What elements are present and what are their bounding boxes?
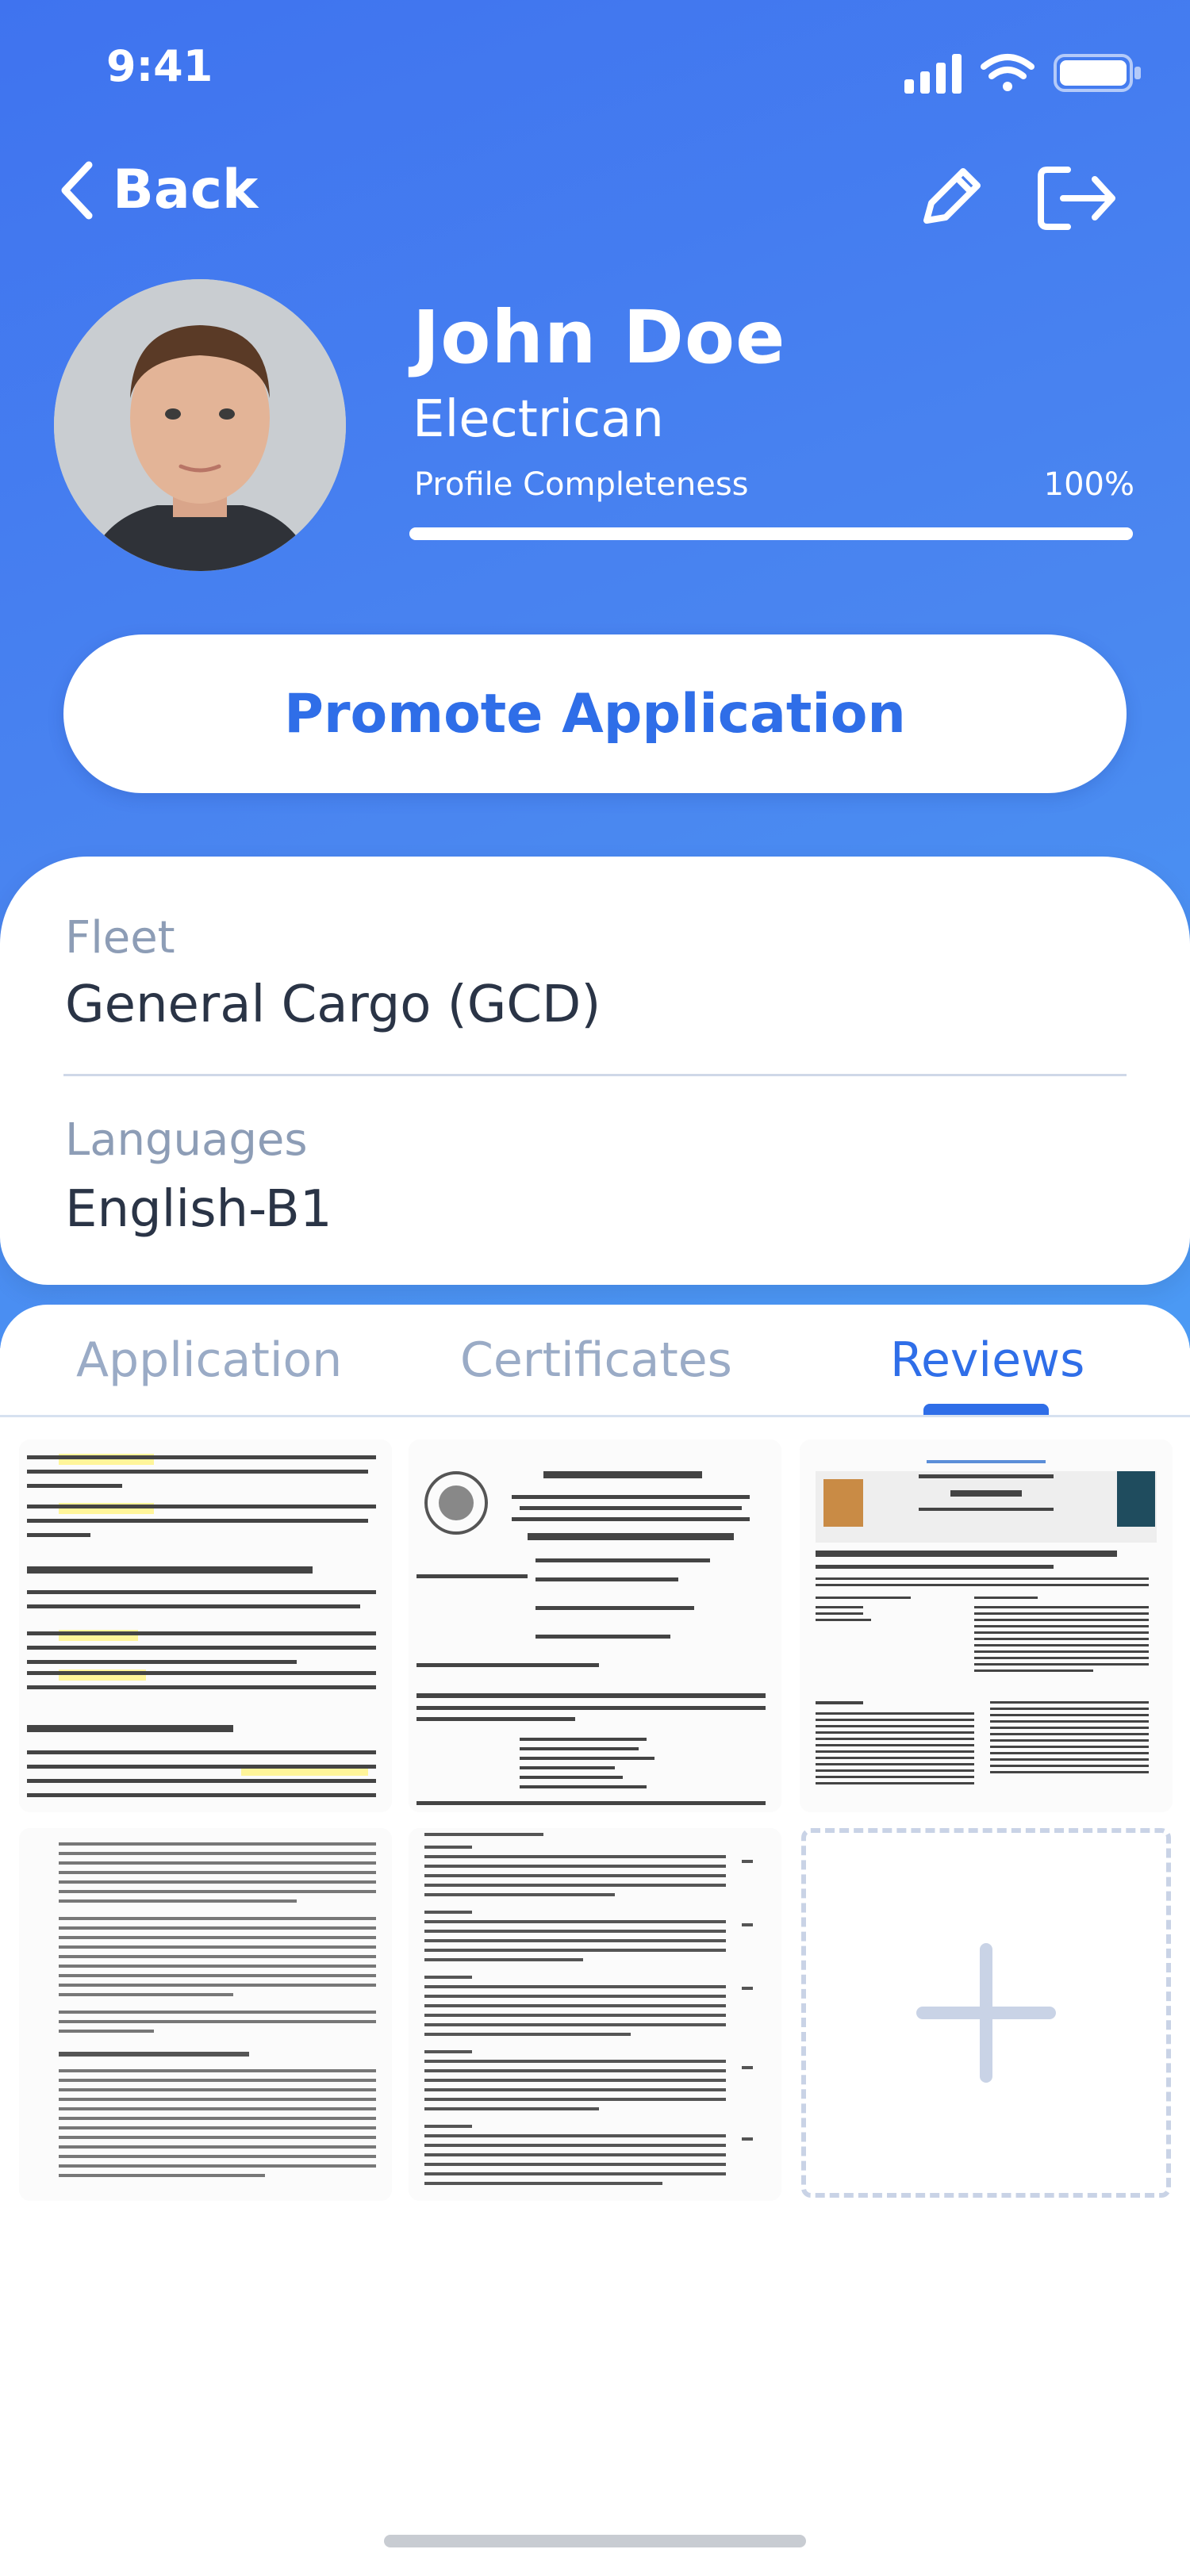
tab-reviews[interactable]: Reviews: [890, 1332, 1084, 1388]
info-divider: [63, 1074, 1127, 1076]
battery-icon: [1054, 54, 1141, 92]
document-thumbnail[interactable]: [19, 1828, 392, 2201]
profile-completeness-label: Profile Completeness: [414, 466, 749, 503]
progress-fill: [409, 527, 1133, 540]
chevron-left-icon: [61, 161, 93, 219]
edit-button[interactable]: [911, 159, 990, 238]
profile-completeness-bar: [409, 527, 1133, 540]
active-tab-indicator: [923, 1404, 1049, 1415]
document-thumbnail[interactable]: [409, 1828, 781, 2201]
pencil-icon: [923, 168, 981, 224]
logout-icon: [1038, 167, 1115, 230]
add-document-button[interactable]: [801, 1828, 1171, 2198]
languages-label: Languages: [65, 1114, 308, 1166]
tab-certificates[interactable]: Certificates: [460, 1332, 732, 1388]
tab-application[interactable]: Application: [76, 1332, 342, 1388]
plus-icon: [916, 1943, 1056, 2083]
status-icons: [904, 49, 1150, 97]
home-indicator: [384, 2535, 806, 2547]
wifi-icon: [981, 54, 1035, 91]
document-thumbnail[interactable]: [800, 1439, 1173, 1812]
fleet-label: Fleet: [65, 912, 175, 964]
profile-completeness-value: 100%: [1043, 466, 1134, 503]
fleet-value: General Cargo (GCD): [65, 976, 601, 1034]
cellular-signal-icon: [904, 54, 962, 94]
status-time: 9:41: [106, 41, 213, 91]
back-button[interactable]: Back: [59, 159, 258, 221]
profile-name: John Doe: [413, 295, 786, 380]
document-thumbnail[interactable]: [19, 1439, 392, 1812]
promote-application-button[interactable]: Promote Application: [63, 634, 1127, 793]
logout-button[interactable]: [1033, 159, 1115, 238]
languages-value: English-B1: [65, 1180, 332, 1239]
avatar: [54, 279, 346, 571]
tabs-divider: [0, 1415, 1190, 1417]
profile-role: Electrican: [413, 390, 664, 449]
document-thumbnail[interactable]: [409, 1439, 781, 1812]
back-label: Back: [113, 159, 259, 221]
